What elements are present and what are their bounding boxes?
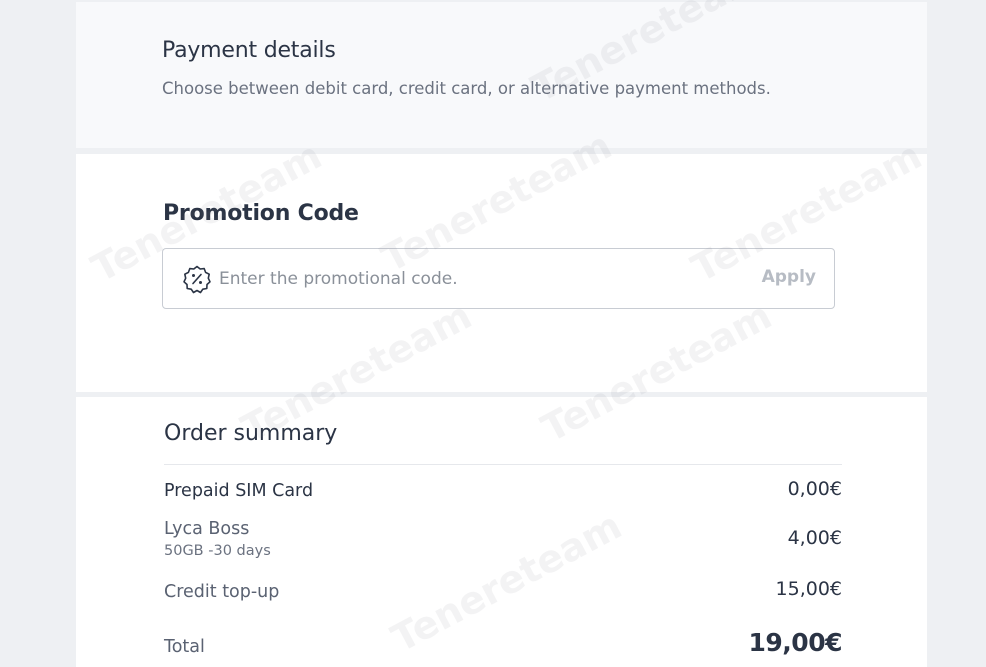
order-item-label: Prepaid SIM Card xyxy=(164,481,314,501)
order-item-price: 4,00€ xyxy=(787,527,842,549)
apply-button[interactable]: Apply xyxy=(762,267,816,287)
order-summary-section: Order summary Prepaid SIM Card 0,00€ Lyc… xyxy=(76,397,927,667)
payment-details-section: Payment details Choose between debit car… xyxy=(76,2,927,148)
order-item-detail: 50GB -30 days xyxy=(164,543,271,559)
promotion-code-title: Promotion Code xyxy=(163,201,359,226)
order-item-label: Lyca Boss xyxy=(164,519,250,539)
checkout-page: Payment details Choose between debit car… xyxy=(0,0,986,667)
payment-details-title: Payment details xyxy=(162,38,336,63)
order-total-label: Total xyxy=(164,637,205,657)
promotion-code-field[interactable]: Apply xyxy=(162,248,835,309)
discount-badge-icon xyxy=(182,264,212,294)
order-item-price: 0,00€ xyxy=(787,478,842,500)
order-item-price: 15,00€ xyxy=(775,578,842,600)
order-item-label: Credit top-up xyxy=(164,582,280,602)
order-summary-divider xyxy=(164,464,842,465)
order-total-price: 19,00€ xyxy=(748,628,843,657)
order-summary-title: Order summary xyxy=(164,421,338,446)
promotion-code-input[interactable] xyxy=(219,264,739,294)
promotion-code-section: Promotion Code Apply xyxy=(76,154,927,392)
payment-details-subtitle: Choose between debit card, credit card, … xyxy=(162,79,771,98)
checkout-column: Payment details Choose between debit car… xyxy=(76,0,927,667)
